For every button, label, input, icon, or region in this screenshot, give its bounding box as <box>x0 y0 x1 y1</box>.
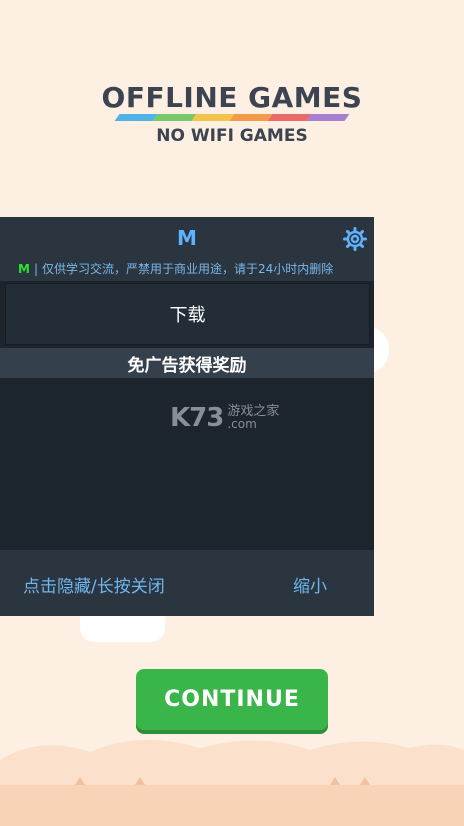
overlay-panel: M M | 仅供学习交流，严禁用于商业用途，请于24小时内删除 下载 免广告获得奖励 <box>0 217 374 616</box>
shrink-button[interactable]: 缩小 <box>293 572 327 597</box>
watermark-brand: K73 <box>170 403 224 433</box>
logo-title: OFFLINE GAMES <box>101 81 363 114</box>
rainbow-segment <box>306 114 350 121</box>
continue-button[interactable]: CONTINUE <box>136 669 328 730</box>
game-logo: OFFLINE GAMES <box>0 82 464 114</box>
panel-footer: 点击隐藏/长按关闭 缩小 <box>0 550 374 616</box>
gear-icon[interactable] <box>343 227 367 251</box>
panel-header: M M | 仅供学习交流，严禁用于商业用途，请于24小时内删除 <box>0 217 374 281</box>
usage-notice: M | 仅供学习交流，严禁用于商业用途，请于24小时内删除 <box>18 260 368 277</box>
logo-subtitle: NO WIFI GAMES <box>156 126 308 146</box>
rainbow-segment <box>191 114 235 121</box>
logo-rainbow-stripe <box>114 114 350 121</box>
panel-title: M <box>177 226 197 250</box>
rainbow-segment <box>229 114 273 121</box>
notice-text: 仅供学习交流，严禁用于商业用途，请于24小时内删除 <box>42 262 334 276</box>
notice-badge: M <box>18 262 30 276</box>
notice-separator: | <box>33 262 38 276</box>
k73-watermark: K73 游戏之家 .com <box>170 403 279 433</box>
hide-close-button[interactable]: 点击隐藏/长按关闭 <box>23 572 165 597</box>
ad-free-reward-button[interactable]: 免广告获得奖励 <box>0 348 374 378</box>
rainbow-segment <box>267 114 312 121</box>
rainbow-segment <box>152 114 197 121</box>
download-button[interactable]: 下载 <box>5 283 370 345</box>
background-hills <box>0 739 464 826</box>
rainbow-segment <box>114 114 158 121</box>
watermark-com-text: .com <box>227 417 257 431</box>
